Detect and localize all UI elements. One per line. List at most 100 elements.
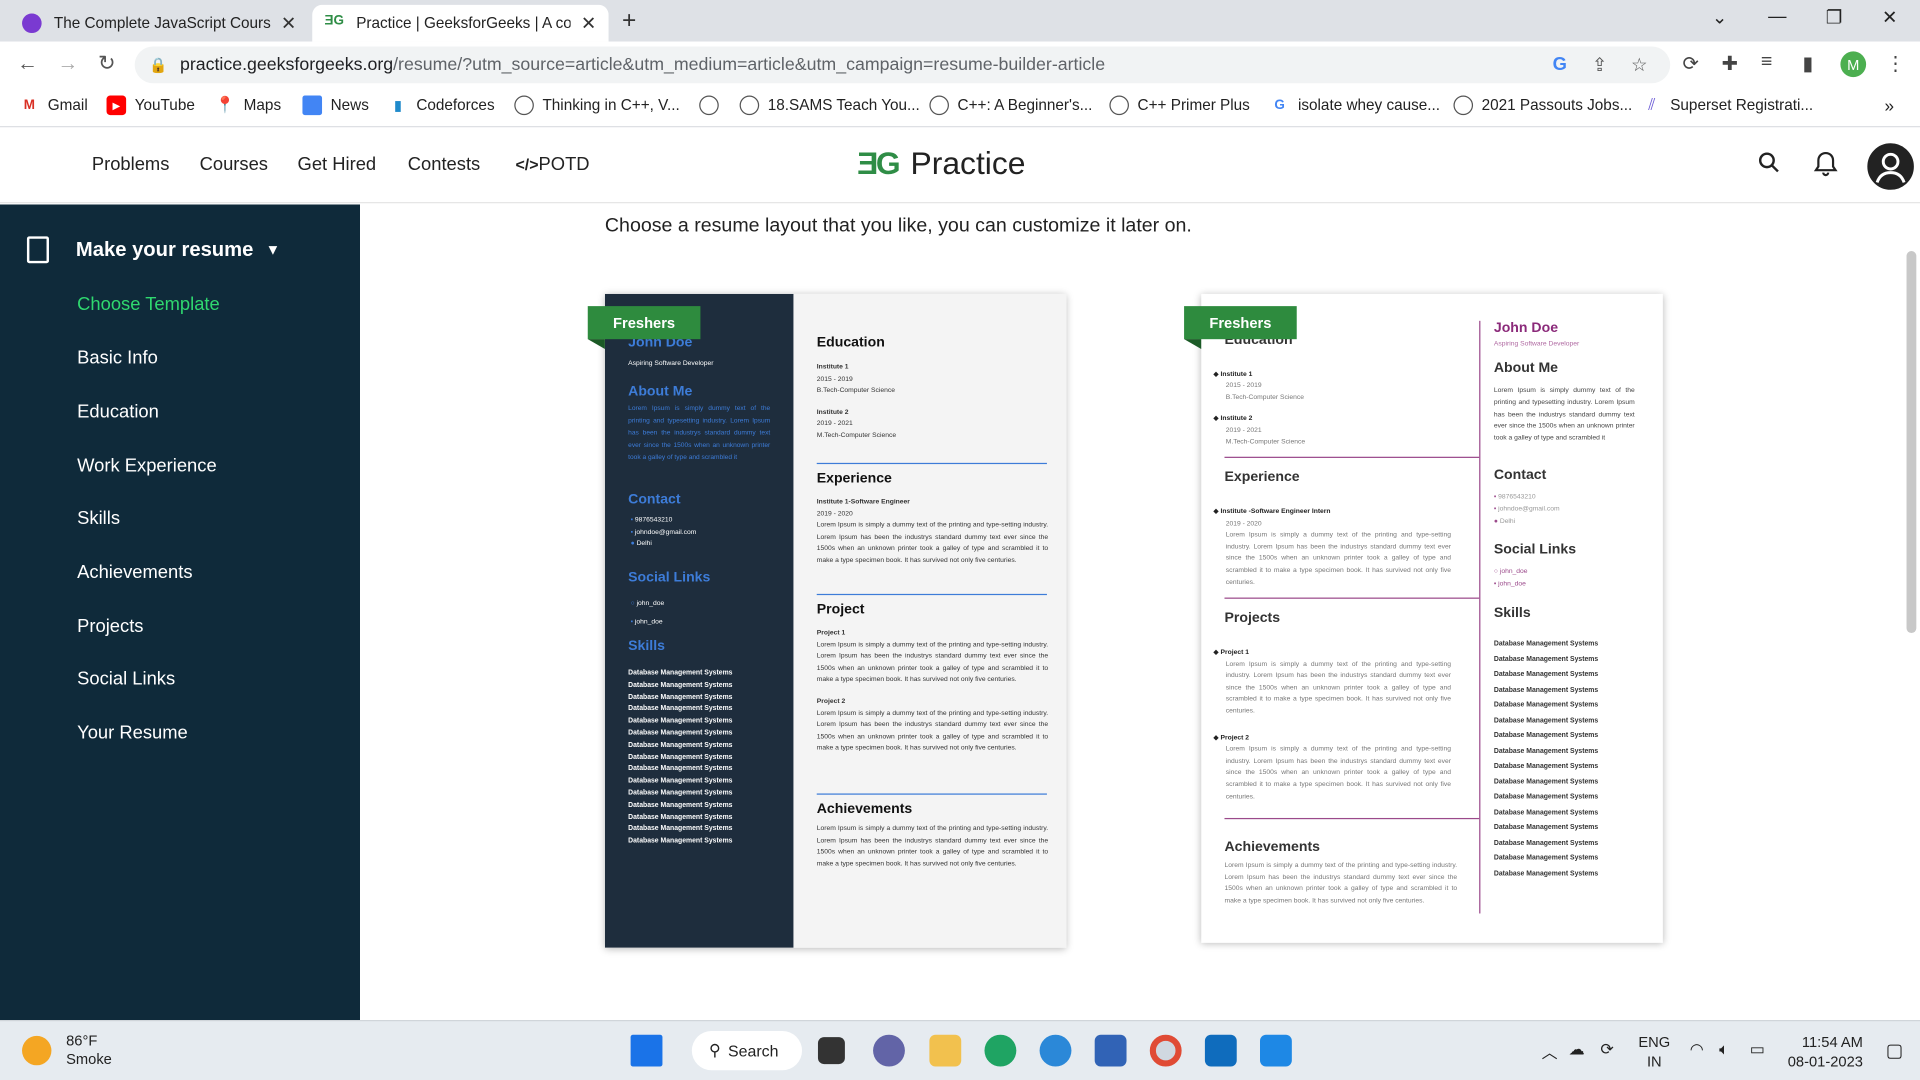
teams-chat-icon[interactable] xyxy=(873,1034,905,1067)
url-text[interactable]: practice.geeksforgeeks.org/resume/?utm_s… xyxy=(180,55,1105,75)
skill-item: Database Management Systems xyxy=(628,693,733,702)
address-bar[interactable]: 🔒 practice.geeksforgeeks.org/resume/?utm… xyxy=(134,46,1671,84)
bookmark-passouts-jobs[interactable]: 2021 Passouts Jobs... xyxy=(1453,95,1632,116)
sidebar-item-choose-template[interactable]: Choose Template xyxy=(77,294,220,315)
bookmark-youtube[interactable]: ▶ YouTube xyxy=(106,95,195,116)
onedrive-icon[interactable]: ☁ xyxy=(1569,1040,1585,1060)
gfg-logo-mark-icon: ƎG xyxy=(857,144,901,182)
page-scrollbar[interactable] xyxy=(1906,251,1917,634)
skill-item: Database Management Systems xyxy=(628,681,733,690)
make-resume-dropdown[interactable]: Make your resume ▼ xyxy=(26,236,280,264)
battery-icon[interactable]: ▭ xyxy=(1750,1040,1765,1060)
new-tab-icon[interactable]: + xyxy=(622,7,636,35)
search-label: Search xyxy=(727,1041,779,1060)
skill-item: Database Management Systems xyxy=(1493,732,1599,740)
bookmark-folder-globe[interactable] xyxy=(699,95,727,116)
bookmark-sams[interactable]: 18.SAMS Teach You... xyxy=(739,95,920,116)
mail-icon[interactable] xyxy=(1204,1034,1237,1067)
back-icon[interactable]: ← xyxy=(17,51,38,75)
bookmarks-bar: M Gmail ▶ YouTube 📍 Maps News ▮ Codeforces T… xyxy=(0,88,1920,128)
bookmark-cpp-beginner[interactable]: C++: A Beginner's... xyxy=(929,95,1092,116)
language-indicator[interactable]: ENG IN xyxy=(1638,1032,1670,1071)
bookmark-superset[interactable]: ⫽ Superset Registrati... xyxy=(1642,96,1813,116)
clock-date: 08-01-2023 xyxy=(1787,1053,1863,1071)
help-app-icon[interactable] xyxy=(1039,1034,1072,1067)
email: ▪ johndoe@gmail.com xyxy=(631,527,697,539)
resume-role: Aspiring Software Developer xyxy=(1493,340,1580,348)
microsoft-store-icon[interactable] xyxy=(1094,1034,1127,1067)
tab-javascript-course[interactable]: The Complete JavaScript Course ✕ xyxy=(10,5,309,42)
extension-sync-icon[interactable]: ⟳ xyxy=(1682,51,1698,75)
maximize-icon[interactable]: ❐ xyxy=(1826,6,1842,28)
sync-icon[interactable]: ⟳ xyxy=(1600,1040,1613,1060)
bookmark-codeforces[interactable]: ▮ Codeforces xyxy=(388,96,494,116)
achievements-text: Lorem Ipsum is simply a dummy text of th… xyxy=(1224,862,1458,905)
file-explorer-icon[interactable] xyxy=(929,1034,962,1067)
bookmark-news[interactable]: News xyxy=(302,95,369,116)
bookmark-isolate-whey[interactable]: Gisolate whey cause... xyxy=(1270,96,1440,116)
menu-kebab-icon[interactable]: ⋮ xyxy=(1886,51,1906,75)
tab-geeksforgeeks[interactable]: ƎG Practice | GeeksforGeeks | A comp ✕ xyxy=(312,4,609,42)
sidebar-item-your-resume[interactable]: Your Resume xyxy=(77,722,188,743)
nav-contests[interactable]: Contests xyxy=(408,154,480,175)
taskbar-search[interactable]: ⚲ Search xyxy=(691,1031,803,1071)
tray-chevron-up-icon[interactable]: ︿ xyxy=(1542,1040,1558,1063)
globe-icon xyxy=(514,95,534,116)
more-bookmarks-icon[interactable]: » xyxy=(1884,96,1894,116)
bookmark-thinking-cpp[interactable]: Thinking in C++, V... xyxy=(514,95,680,116)
notification-bell-icon[interactable] xyxy=(1813,151,1838,184)
bookmark-gmail[interactable]: M Gmail xyxy=(20,96,88,116)
edge-browser-icon[interactable] xyxy=(984,1034,1017,1067)
template-left-column: John Doe Aspiring Software Developer Abo… xyxy=(604,293,794,948)
nav-courses[interactable]: Courses xyxy=(200,154,268,175)
sidebar-item-education[interactable]: Education xyxy=(77,402,159,423)
google-translate-icon[interactable]: G xyxy=(1553,54,1567,75)
institute-name: Institute 2 xyxy=(816,408,849,416)
media-control-icon[interactable]: ≡ xyxy=(1761,51,1772,73)
resume-template-light[interactable]: Education ◆ Institute 1 2015 - 2019 B.Te… xyxy=(1201,293,1663,943)
close-tab-icon[interactable]: ✕ xyxy=(581,12,596,34)
notification-center-icon[interactable]: ▢ xyxy=(1886,1040,1903,1062)
task-view-icon[interactable] xyxy=(817,1037,845,1065)
sidebar-item-achievements[interactable]: Achievements xyxy=(77,562,192,583)
volume-icon[interactable]: 🔈︎ xyxy=(1719,1040,1729,1060)
forward-icon[interactable]: → xyxy=(58,51,79,75)
close-window-icon[interactable]: ✕ xyxy=(1882,6,1897,28)
side-panel-icon[interactable]: ▮ xyxy=(1802,51,1813,75)
reload-icon[interactable]: ↻ xyxy=(98,51,115,75)
gfg-practice-logo[interactable]: ƎG Practice xyxy=(857,144,1025,182)
sidebar-item-social-links[interactable]: Social Links xyxy=(77,669,175,690)
wifi-icon[interactable]: ◠ xyxy=(1690,1040,1704,1060)
nav-potd[interactable]: </>POTD xyxy=(516,154,590,175)
bookmark-star-icon[interactable]: ☆ xyxy=(1631,54,1647,76)
profile-avatar[interactable]: M xyxy=(1840,51,1867,78)
user-avatar[interactable] xyxy=(1867,143,1914,190)
phone: ▪ 9876543210 xyxy=(631,516,697,528)
skill-item: Database Management Systems xyxy=(1493,854,1599,863)
skill-item: Database Management Systems xyxy=(1493,747,1599,755)
bookmark-cpp-primer[interactable]: C++ Primer Plus xyxy=(1109,95,1250,116)
sidebar-item-projects[interactable]: Projects xyxy=(77,616,143,637)
search-icon[interactable] xyxy=(1758,152,1780,180)
system-clock[interactable]: 11:54 AM 08-01-2023 xyxy=(1788,1032,1863,1071)
nav-problems[interactable]: Problems xyxy=(92,154,170,175)
resume-name: John Doe xyxy=(1493,320,1559,336)
minimize-icon[interactable]: — xyxy=(1768,6,1786,27)
tab-search-chevron-icon[interactable]: ⌄ xyxy=(1712,6,1727,28)
skill-item: Database Management Systems xyxy=(1493,686,1599,694)
section-divider xyxy=(816,793,1047,795)
extensions-puzzle-icon[interactable]: ✚ xyxy=(1722,51,1738,75)
bookmark-maps[interactable]: 📍 Maps xyxy=(215,96,281,116)
sidebar-item-basic-info[interactable]: Basic Info xyxy=(77,348,158,369)
nav-get-hired[interactable]: Get Hired xyxy=(298,154,377,175)
sidebar-item-work-experience[interactable]: Work Experience xyxy=(77,456,217,477)
skill-item: Database Management Systems xyxy=(1493,640,1599,648)
chrome-icon[interactable] xyxy=(1149,1034,1182,1067)
weather-widget[interactable]: 86°F Smoke xyxy=(22,1032,112,1069)
resume-template-dark[interactable]: John Doe Aspiring Software Developer Abo… xyxy=(604,293,1067,948)
vscode-icon[interactable] xyxy=(1260,1034,1292,1067)
close-tab-icon[interactable]: ✕ xyxy=(281,12,296,34)
sidebar-item-skills[interactable]: Skills xyxy=(77,508,120,529)
share-icon[interactable]: ⇪ xyxy=(1592,54,1607,76)
windows-start-icon[interactable] xyxy=(630,1034,663,1067)
